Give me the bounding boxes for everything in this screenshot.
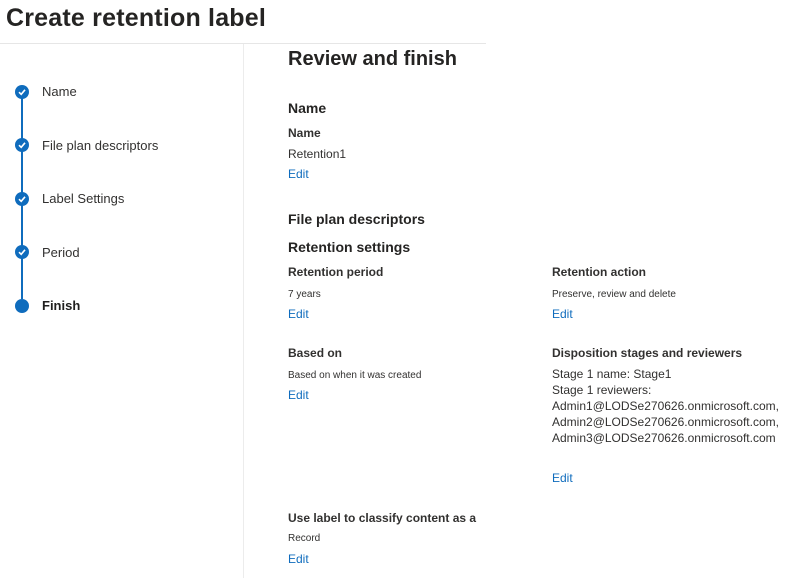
- step-connector: [21, 97, 23, 141]
- file-plan-heading: File plan descriptors: [288, 211, 425, 227]
- stage-reviewers-label: Stage 1 reviewers:: [552, 383, 652, 397]
- review-heading: Review and finish: [288, 48, 457, 70]
- retention-period-label: Retention period: [288, 265, 384, 279]
- step-connector: [21, 150, 23, 194]
- edit-based-on-link[interactable]: Edit: [288, 388, 309, 402]
- step-complete-check-icon: [15, 245, 29, 259]
- step-finish[interactable]: Finish: [42, 298, 80, 313]
- edit-retention-action-link[interactable]: Edit: [552, 307, 573, 321]
- step-label-settings[interactable]: Label Settings: [42, 191, 124, 206]
- name-field-label: Name: [288, 126, 321, 140]
- step-period[interactable]: Period: [42, 245, 80, 260]
- classify-value: Record: [288, 533, 321, 544]
- reviewer-email: Admin3@LODSe270626.onmicrosoft.com: [552, 431, 776, 445]
- wizard-divider: [243, 44, 244, 578]
- step-current-dot-icon: [15, 299, 29, 313]
- retention-period-value: 7 years: [288, 289, 321, 300]
- name-value: Retention1: [288, 147, 347, 161]
- step-connector: [21, 257, 23, 299]
- step-connector: [21, 203, 23, 248]
- step-complete-check-icon: [15, 85, 29, 99]
- classify-label: Use label to classify content as a: [288, 511, 477, 525]
- reviewer-email: Admin2@LODSe270626.onmicrosoft.com,: [552, 415, 779, 429]
- stage-name: Stage 1 name: Stage1: [552, 367, 672, 381]
- edit-retention-period-link[interactable]: Edit: [288, 307, 309, 321]
- disposition-label: Disposition stages and reviewers: [552, 346, 743, 360]
- edit-disposition-link[interactable]: Edit: [552, 471, 573, 485]
- step-complete-check-icon: [15, 192, 29, 206]
- step-name[interactable]: Name: [42, 84, 77, 99]
- wizard-steps: Name File plan descriptors Label Setting…: [0, 0, 243, 578]
- retention-settings-heading: Retention settings: [288, 239, 411, 255]
- disposition-details: Stage 1 name: Stage1 Stage 1 reviewers: …: [552, 366, 779, 446]
- name-section-heading: Name: [288, 100, 327, 116]
- based-on-label: Based on: [288, 346, 343, 360]
- based-on-value: Based on when it was created: [288, 370, 422, 381]
- edit-name-link[interactable]: Edit: [288, 167, 309, 181]
- retention-action-label: Retention action: [552, 265, 647, 279]
- review-panel: Review and finish Name Name Retention1 E…: [288, 0, 798, 578]
- retention-action-value: Preserve, review and delete: [552, 289, 676, 300]
- step-file-plan-descriptors[interactable]: File plan descriptors: [42, 138, 158, 153]
- edit-classify-link[interactable]: Edit: [288, 552, 309, 566]
- step-complete-check-icon: [15, 138, 29, 152]
- reviewer-email: Admin1@LODSe270626.onmicrosoft.com,: [552, 399, 779, 413]
